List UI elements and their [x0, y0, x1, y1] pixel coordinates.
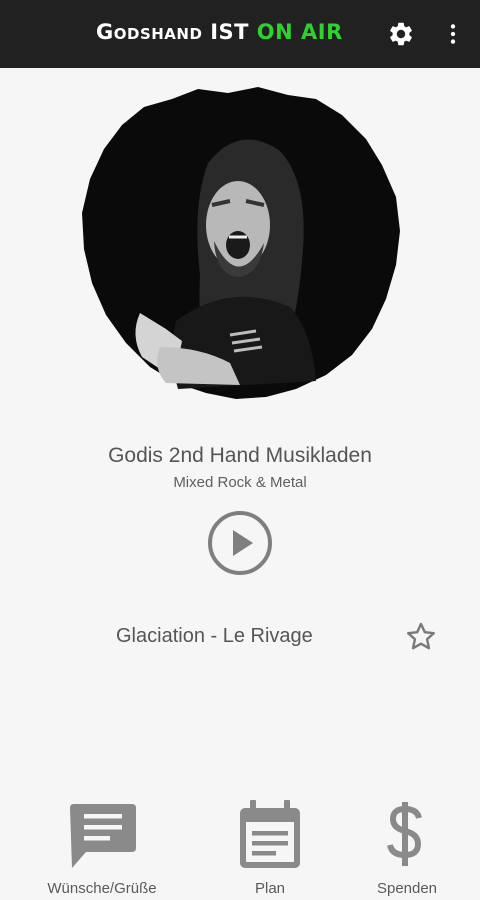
nav-plan-label: Plan	[254, 880, 286, 897]
dollar-icon	[387, 802, 422, 866]
app-bar: Godshand IST ON AIR	[0, 0, 480, 68]
nav-donate-label: Spenden	[376, 880, 438, 897]
nav-donate-button[interactable]: Spenden	[365, 800, 449, 900]
more-vert-icon[interactable]	[440, 20, 466, 48]
on-air-label: ON AIR	[256, 20, 343, 44]
chat-icon	[70, 804, 136, 868]
nav-wishes-label: Wünsche/Grüße	[47, 880, 157, 897]
app-title: Godshand IST ON AIR	[96, 20, 343, 44]
now-playing-title: Glaciation - Le Rivage	[116, 625, 313, 647]
station-genre: Mixed Rock & Metal	[173, 474, 307, 491]
play-circle-icon[interactable]	[207, 510, 273, 576]
station-name: Godis 2nd Hand Musikladen	[108, 444, 372, 467]
star-outline-icon[interactable]	[404, 620, 438, 654]
nav-wishes-button[interactable]: Wünsche/Grüße	[30, 800, 174, 900]
nav-plan-button[interactable]: Plan	[230, 800, 310, 900]
app-title-prefix: Godshand IST	[96, 20, 249, 44]
gear-icon[interactable]	[387, 20, 415, 48]
artwork-mouth	[226, 231, 250, 259]
calendar-icon	[240, 800, 300, 868]
station-artwork	[82, 87, 400, 399]
